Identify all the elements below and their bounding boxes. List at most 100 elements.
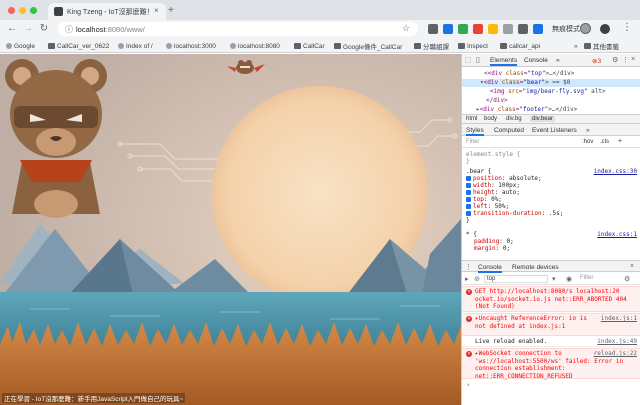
bookmark-item[interactable]: Index of /	[118, 41, 153, 51]
live-expression-eye-icon[interactable]: ◉	[566, 275, 572, 283]
dom-node-selected[interactable]: ▾<div class="bear"> == $0	[462, 79, 640, 87]
address-url[interactable]: localhost:8080/www/	[76, 25, 145, 34]
bookmark-item[interactable]: Google	[6, 41, 35, 51]
minimize-window-button[interactable]	[19, 7, 26, 14]
breadcrumb-item[interactable]: div.bg	[506, 116, 522, 122]
console-error-message[interactable]: × index.js:1 ▸Uncaught ReferenceError: io …	[462, 313, 640, 336]
class-toggle[interactable]: .cls	[600, 139, 609, 145]
checkbox-icon[interactable]	[466, 189, 471, 195]
address-bar[interactable]: ⓘ localhost:8080/www/ ☆	[58, 22, 418, 36]
tab-computed[interactable]: Computed	[494, 127, 524, 134]
forward-button[interactable]: →	[22, 23, 34, 34]
breadcrumb-item[interactable]: body	[484, 116, 497, 122]
new-rule-button[interactable]: +	[618, 138, 622, 145]
browser-tab[interactable]: King Tzeng - IoT沒那麼難！新手 ×	[48, 3, 166, 20]
css-declaration[interactable]: padding: 0;	[462, 238, 640, 245]
extension-icon[interactable]	[533, 24, 543, 34]
bookmark-item[interactable]: CallCar	[294, 41, 325, 51]
hover-state-toggle[interactable]: :hov	[582, 139, 593, 145]
bookmark-item[interactable]: Google條件_CallCar	[334, 41, 402, 51]
css-declaration[interactable]: top: 0%;	[462, 196, 640, 203]
context-select[interactable]: top	[484, 275, 548, 283]
bookmark-item[interactable]: localhost:3000	[166, 41, 216, 51]
close-drawer-icon[interactable]: ×	[630, 263, 634, 270]
close-devtools-icon[interactable]: ×	[631, 56, 635, 63]
breadcrumb-item[interactable]: html	[466, 116, 477, 122]
console-settings-gear-icon[interactable]: ⚙	[624, 275, 630, 283]
bookmark-item[interactable]: Inspect	[458, 41, 488, 51]
error-count-badge[interactable]: ⊗3	[592, 57, 601, 65]
tab-elements[interactable]: Elements	[490, 57, 518, 66]
checkbox-icon[interactable]	[466, 203, 471, 209]
console-source-link[interactable]: index.js:49	[597, 338, 637, 346]
checkbox-icon[interactable]	[466, 175, 471, 181]
console-error-message[interactable]: × reload.js:22 ▸WebSocket connection to 'w…	[462, 348, 640, 380]
inspect-element-icon[interactable]: ⬚	[465, 56, 472, 64]
console-filter-input[interactable]: Filter	[580, 275, 616, 283]
bookmark-item[interactable]: CallCar_ver_0622	[48, 41, 109, 51]
device-toolbar-icon[interactable]: ▯	[476, 56, 480, 64]
avatar[interactable]	[580, 23, 591, 34]
bookmark-item[interactable]: callcar_api	[500, 41, 540, 51]
css-declaration[interactable]: transition-duration: .5s;	[462, 210, 640, 217]
show-sidebar-icon[interactable]: ▸	[465, 275, 469, 283]
console-error-message[interactable]: × GET http://localhost:8080/s localhost:2…	[462, 286, 640, 312]
extension-icon[interactable]	[518, 24, 528, 34]
account-icon[interactable]	[600, 24, 610, 34]
extension-icon[interactable]	[443, 24, 453, 34]
more-options-icon[interactable]: ⋮	[622, 56, 629, 64]
css-declaration[interactable]: left: 50%;	[462, 203, 640, 210]
tab-styles[interactable]: Styles	[466, 127, 484, 136]
settings-gear-icon[interactable]: ⚙	[612, 56, 618, 64]
drawer-tab-console[interactable]: Console	[478, 264, 502, 273]
browser-menu-icon[interactable]: ⋮	[622, 22, 632, 33]
zoom-window-button[interactable]	[30, 7, 37, 14]
checkbox-icon[interactable]	[466, 196, 471, 202]
new-tab-button[interactable]: +	[168, 5, 174, 16]
css-declaration[interactable]: height: auto;	[462, 189, 640, 196]
extension-icon[interactable]	[458, 24, 468, 34]
breadcrumb-item-selected[interactable]: div.bear	[530, 116, 555, 122]
css-source-link[interactable]: index.css:1	[597, 231, 637, 238]
back-button[interactable]: ←	[6, 23, 18, 34]
dom-node[interactable]: <<div class="top">…</div>	[462, 70, 640, 78]
clear-console-icon[interactable]: ⊘	[474, 275, 480, 283]
extension-icon[interactable]	[503, 24, 513, 34]
css-rule-selector[interactable]: * {index.css:1	[462, 231, 640, 238]
dom-node[interactable]: <img src="img/bear-fly.svg" alt>	[462, 88, 640, 96]
checkbox-icon[interactable]	[466, 210, 471, 216]
css-source-link[interactable]: index.css:30	[594, 168, 637, 175]
console-source-link[interactable]: reload.js:22	[594, 350, 637, 358]
other-bookmarks[interactable]: 其他書籤	[584, 41, 619, 51]
dom-node[interactable]: ▸<div class="footer">…</div>	[462, 106, 640, 114]
css-rule-selector[interactable]: .bear {index.css:30	[462, 168, 640, 175]
extension-icon[interactable]	[473, 24, 483, 34]
tab-event-listeners[interactable]: Event Listeners	[532, 127, 577, 134]
bear-image[interactable]	[0, 54, 112, 224]
close-window-button[interactable]	[8, 7, 15, 14]
bookmark-item[interactable]: localhost:8080	[230, 41, 280, 51]
drawer-menu-icon[interactable]: ⋮	[465, 263, 472, 271]
css-declaration[interactable]: width: 100px;	[462, 182, 640, 189]
console-log-message[interactable]: index.js:49 Live reload enabled.	[462, 337, 640, 347]
css-declaration[interactable]: margin: 0;	[462, 245, 640, 252]
checkbox-icon[interactable]	[466, 182, 471, 188]
tabs-overflow-button[interactable]: »	[556, 57, 560, 64]
console-prompt[interactable]: ›	[466, 381, 470, 389]
dom-node[interactable]: </div>	[462, 97, 640, 105]
bookmark-item[interactable]: 分職組課	[414, 41, 449, 51]
reload-button[interactable]: ↻	[38, 23, 50, 34]
css-element-style[interactable]: element.style {	[462, 151, 640, 158]
extension-icon[interactable]	[488, 24, 498, 34]
tab-console[interactable]: Console	[524, 57, 548, 64]
styles-filter-input[interactable]: Filter	[466, 139, 479, 145]
tab-close-icon[interactable]: ×	[154, 6, 159, 15]
css-declaration[interactable]: position: absolute;	[462, 175, 640, 182]
style-tabs-overflow[interactable]: »	[586, 127, 590, 134]
extension-icon[interactable]	[428, 24, 438, 34]
site-info-icon[interactable]: ⓘ	[65, 24, 73, 35]
incognito-label[interactable]: 無痕模式	[552, 24, 580, 34]
console-source-link[interactable]: index.js:1	[601, 315, 637, 323]
bookmark-star-icon[interactable]: ☆	[402, 23, 410, 34]
drawer-tab-remote-devices[interactable]: Remote devices	[512, 264, 559, 271]
